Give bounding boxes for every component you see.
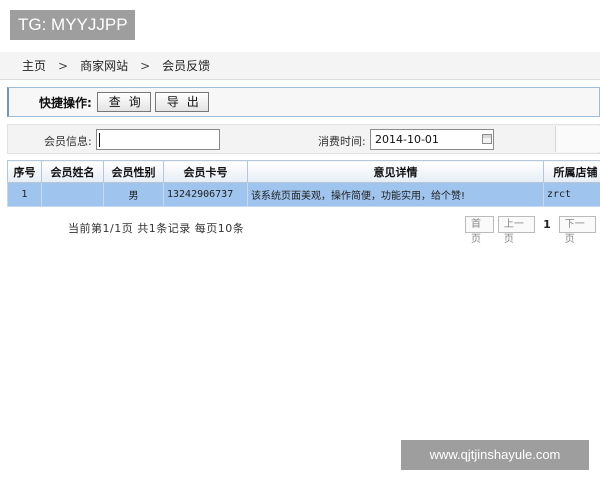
feedback-table: 序号 会员姓名 会员性别 会员卡号 意见详情 所属店铺 1 男 13242906… [7, 160, 600, 207]
cell-member-name [41, 182, 104, 207]
filter-row: 会员信息: 消费时间: 2014-10-01 [7, 124, 600, 154]
breadcrumb: 主页 > 商家网站 > 会员反馈 [0, 52, 600, 80]
export-button[interactable]: 导出 [154, 92, 209, 112]
next-page-button[interactable]: 下一页 [558, 216, 596, 245]
watermark: www.qjtjinshayule.com [401, 440, 589, 470]
table-row[interactable]: 1 男 13242906737 该系统页面美观，操作简便，功能实用，给个赞! z… [7, 182, 600, 207]
breadcrumb-member-feedback[interactable]: 会员反馈 [162, 57, 210, 74]
cell-store: zrct [543, 182, 600, 207]
header-member-card[interactable]: 会员卡号 [163, 160, 248, 183]
prev-page-button[interactable]: 上一页 [497, 216, 536, 245]
cell-index: 1 [7, 182, 42, 207]
chevron-right-icon: > [58, 58, 69, 73]
pager-info: 当前第1/1页 共1条记录 每页10条 [68, 222, 245, 235]
chevron-right-icon: > [140, 58, 151, 73]
current-page: 1 [543, 218, 551, 231]
consume-time-input[interactable]: 2014-10-01 [370, 129, 494, 150]
cell-member-card: 13242906737 [163, 182, 248, 207]
member-info-label: 会员信息: [44, 135, 92, 148]
cell-member-gender: 男 [103, 182, 164, 207]
header-member-gender[interactable]: 会员性别 [103, 160, 164, 183]
quick-actions-bar: 快捷操作: 查询 导出 [7, 87, 600, 117]
header-store[interactable]: 所属店铺 [543, 160, 600, 183]
breadcrumb-home[interactable]: 主页 [22, 57, 46, 74]
filter-row-tail [555, 126, 600, 152]
consume-time-label: 消费时间: [318, 135, 366, 148]
header-feedback-detail[interactable]: 意见详情 [247, 160, 544, 183]
query-button[interactable]: 查询 [96, 92, 151, 112]
text-cursor [99, 133, 100, 147]
quick-actions-label: 快捷操作: [39, 95, 92, 110]
calendar-icon[interactable] [482, 134, 492, 144]
breadcrumb-merchant-site[interactable]: 商家网站 [80, 57, 128, 74]
header-index[interactable]: 序号 [7, 160, 42, 183]
header-member-name[interactable]: 会员姓名 [41, 160, 104, 183]
table-header-row: 序号 会员姓名 会员性别 会员卡号 意见详情 所属店铺 [7, 160, 600, 183]
member-info-input[interactable] [96, 129, 220, 150]
cell-feedback-detail: 该系统页面美观，操作简便，功能实用，给个赞! [247, 182, 544, 207]
pager: 首页 上一页 1 下一页 [465, 216, 600, 245]
first-page-button[interactable]: 首页 [465, 216, 494, 245]
tg-badge: TG: MYYJJPP [10, 10, 135, 40]
